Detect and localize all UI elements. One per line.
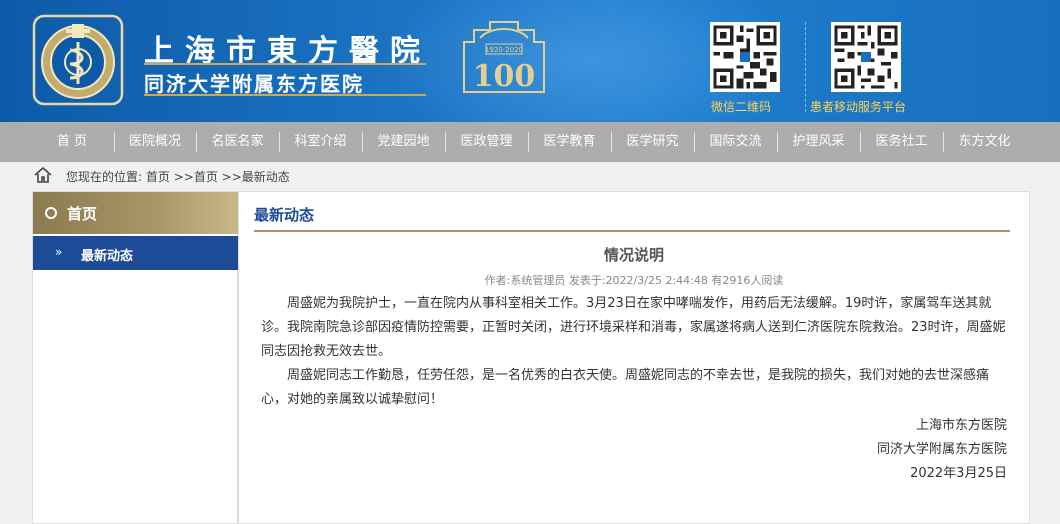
breadcrumb-prefix: 您现在的位置: <box>66 170 143 184</box>
anniversary-years: 1920-2020 <box>485 46 523 54</box>
nav-item-party-building[interactable]: 党建园地 <box>362 122 445 162</box>
anniversary-number: 100 <box>473 59 536 94</box>
content-panel: 最新动态 情况说明 作者:系统管理员 发表于:2022/3/25 2:44:48… <box>238 191 1030 524</box>
wechat-qr-code <box>710 22 780 92</box>
sidebar-title: 首页 <box>67 205 98 223</box>
article-title: 情况说明 <box>603 246 664 264</box>
site-header: 上海市東方醫院 同济大学附属东方医院 1920-2020 100 微信二维码 患… <box>0 0 1060 122</box>
signature-hospital: 上海市东方医院 <box>915 418 1007 433</box>
nav-item-hospital-overview[interactable]: 医院概况 <box>114 122 196 162</box>
nav-item-medical-education[interactable]: 医学教育 <box>528 122 611 162</box>
article-paragraph: 周盛妮为我院护士，一直在院内从事科室相关工作。3月23日在家中哮喘发作，用药后无… <box>261 296 1006 359</box>
nav-item-home[interactable]: 首 页 <box>30 122 114 162</box>
qr-divider <box>805 22 806 112</box>
breadcrumb-separator: >> <box>169 170 194 184</box>
nav-item-medical-administration[interactable]: 医政管理 <box>445 122 528 162</box>
site-subtitle: 同济大学附属东方医院 <box>144 72 364 96</box>
sidebar-header: 首页 <box>33 192 239 234</box>
article-paragraph: 周盛妮同志工作勤恳，任劳任怨，是一名优秀的白衣天使。周盛妮同志的不幸去世，是我院… <box>261 368 990 407</box>
signature-university-hospital: 同济大学附属东方医院 <box>876 442 1007 457</box>
title-divider <box>144 63 426 65</box>
nav-item-departments[interactable]: 科室介绍 <box>279 122 362 162</box>
main-nav: 首 页 医院概况 名医名家 科室介绍 党建园地 医政管理 医学教育 医学研究 国… <box>0 122 1060 162</box>
sidebar-item-label: 最新动态 <box>81 249 134 264</box>
nav-item-international-exchange[interactable]: 国际交流 <box>694 122 777 162</box>
nav-items: 首 页 医院概况 名医名家 科室介绍 党建园地 医政管理 医学教育 医学研究 国… <box>30 122 1026 162</box>
page-title: 最新动态 <box>254 206 315 224</box>
subtitle-underline <box>144 94 426 96</box>
wechat-qr-label: 微信二维码 <box>711 100 772 114</box>
nav-item-medical-research[interactable]: 医学研究 <box>611 122 694 162</box>
hospital-logo[interactable] <box>30 12 126 108</box>
article-meta: 作者:系统管理员 发表于:2022/3/25 2:44:48 有2916人阅读 <box>484 274 784 287</box>
nav-item-social-work[interactable]: 医务社工 <box>860 122 943 162</box>
breadcrumb-link-home-2[interactable]: 首页 <box>194 170 218 184</box>
breadcrumb-separator: >> <box>217 170 242 184</box>
circle-icon <box>45 207 57 219</box>
article-body: 周盛妮为我院护士，一直在院内从事科室相关工作。3月23日在家中哮喘发作，用药后无… <box>261 292 1013 412</box>
double-chevron-right-icon: » <box>55 245 63 259</box>
breadcrumb-link-home[interactable]: 首页 <box>146 170 170 184</box>
breadcrumb-text: 您现在的位置: 首页 >>首页 >>最新动态 <box>66 168 290 185</box>
nav-item-culture[interactable]: 东方文化 <box>943 122 1026 162</box>
title-rule <box>254 230 1010 232</box>
home-icon[interactable] <box>34 167 52 183</box>
breadcrumb-link-news[interactable]: 最新动态 <box>242 170 290 184</box>
patient-platform-qr-code <box>831 22 901 92</box>
sidebar-item-latest-news[interactable]: » 最新动态 <box>33 236 239 270</box>
sidebar: 首页 » 最新动态 <box>32 191 239 524</box>
signature-date: 2022年3月25日 <box>910 466 1007 481</box>
nav-item-nursing[interactable]: 护理风采 <box>777 122 860 162</box>
patient-platform-qr-label: 患者移动服务平台 <box>810 100 907 114</box>
centennial-badge: 1920-2020 100 <box>463 21 545 94</box>
breadcrumb: 您现在的位置: 首页 >>首页 >>最新动态 <box>0 162 1060 190</box>
nav-item-famous-doctors[interactable]: 名医名家 <box>196 122 279 162</box>
